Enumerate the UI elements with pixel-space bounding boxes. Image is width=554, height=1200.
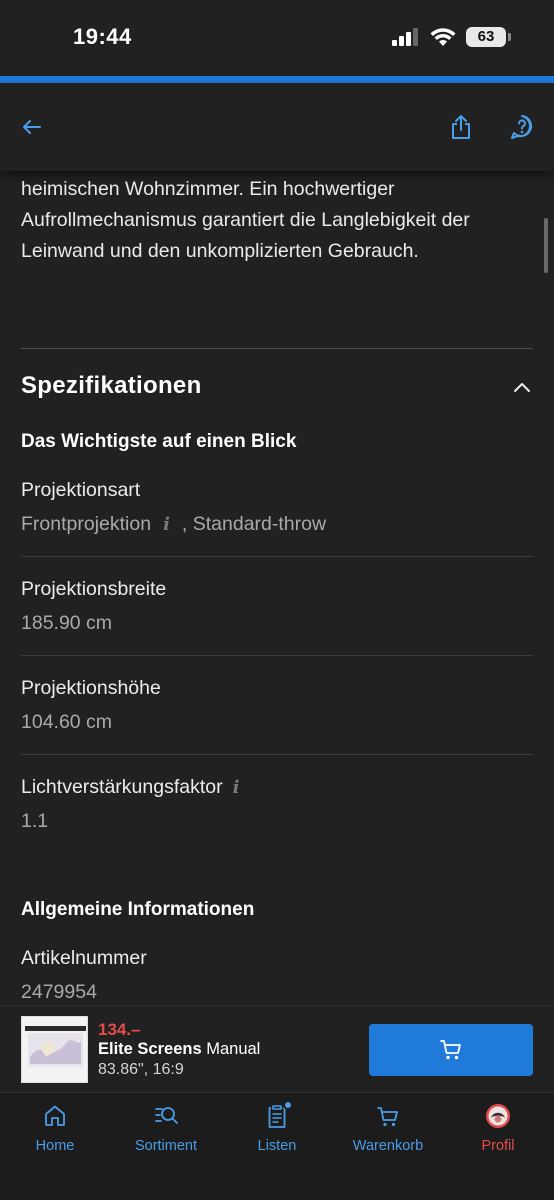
spec-value: 104.60 cm: [21, 711, 113, 733]
spec-label: Artikelnummer: [21, 947, 147, 969]
spec-value: 1.1: [21, 810, 49, 832]
product-brand: Elite Screens: [98, 1040, 202, 1058]
cart-icon: [377, 1107, 398, 1127]
top-navigation: [0, 83, 554, 171]
tab-label: Sortiment: [134, 1138, 198, 1154]
tab-profil[interactable]: Profil: [443, 1103, 553, 1165]
specifications-title: Spezifikationen: [21, 372, 202, 399]
cart-icon: [440, 1040, 461, 1060]
chevron-up-icon: [514, 383, 530, 392]
status-time: 19:44: [73, 24, 132, 49]
product-thumbnail[interactable]: [21, 1016, 88, 1083]
arrow-left-icon: [23, 120, 41, 134]
section-divider: [21, 348, 533, 349]
share-icon: [452, 115, 470, 139]
info-icon[interactable]: i: [163, 514, 170, 535]
tab-listen[interactable]: Listen: [222, 1100, 332, 1165]
row-divider: [21, 754, 533, 755]
tab-sortiment[interactable]: Sortiment: [111, 1103, 221, 1165]
product-name: Elite Screens Manual: [98, 1040, 260, 1059]
spec-row-projection-type: Projektionsart Frontprojektion i , Stand…: [21, 479, 533, 536]
help-button[interactable]: [509, 113, 537, 141]
spec-value: Frontprojektion i , Standard-throw: [21, 513, 533, 536]
spec-row-gain-factor: Lichtverstärkungsfaktor i 1.1: [21, 776, 533, 833]
status-icons: 63: [392, 27, 511, 47]
accent-line: [0, 76, 554, 83]
wifi-icon: [430, 27, 456, 46]
info-icon[interactable]: i: [233, 777, 240, 798]
notification-dot: [283, 1100, 293, 1110]
spec-value-text: , Standard-throw: [181, 513, 327, 535]
tab-home[interactable]: Home: [0, 1103, 110, 1165]
spec-value-text: Frontprojektion: [21, 513, 152, 535]
key-facts-heading: Das Wichtigste auf einen Blick: [21, 431, 297, 452]
general-info-heading: Allgemeine Informationen: [21, 899, 255, 920]
search-list-icon: [155, 1107, 178, 1124]
row-divider: [21, 655, 533, 656]
spec-label: Projektionsart: [21, 479, 141, 501]
spec-label: Lichtverstärkungsfaktor i: [21, 776, 533, 799]
spec-label: Projektionsbreite: [21, 578, 167, 600]
spec-row-projection-height: Projektionshöhe 104.60 cm: [21, 677, 533, 734]
back-button[interactable]: [19, 113, 47, 141]
status-bar: 19:44 63: [0, 0, 554, 76]
row-divider: [21, 556, 533, 557]
product-price: 134.–: [98, 1020, 141, 1039]
tab-warenkorb[interactable]: Warenkorb: [333, 1103, 443, 1165]
list-icon-wrapper: [264, 1100, 293, 1129]
add-to-cart-button[interactable]: [369, 1024, 533, 1076]
product-description: heimischen Wohnzimmer. Ein hochwertiger …: [21, 178, 470, 262]
tab-label: Warenkorb: [352, 1138, 424, 1154]
product-model: Manual: [201, 1040, 261, 1058]
help-icon: [511, 115, 533, 139]
sticky-product-bar: 134.– Elite Screens Manual 83.86", 16:9: [0, 1005, 554, 1092]
spec-value: 2479954: [21, 981, 97, 1003]
spec-row-article-number: Artikelnummer 2479954: [21, 947, 533, 1004]
spec-label-text: Lichtverstärkungsfaktor: [21, 776, 223, 798]
avatar-icon: [486, 1104, 510, 1128]
spec-label: Projektionshöhe: [21, 677, 161, 699]
share-button[interactable]: [448, 113, 476, 141]
projector-screen-image: [22, 1017, 87, 1082]
tab-label: Home: [35, 1138, 75, 1154]
bottom-tab-bar: Home Sortiment Listen Warenkorb Profil: [0, 1092, 554, 1200]
home-icon: [45, 1105, 65, 1126]
tab-label: Listen: [257, 1138, 297, 1154]
scrollbar[interactable]: [544, 218, 548, 273]
spec-row-projection-width: Projektionsbreite 185.90 cm: [21, 578, 533, 635]
tab-label: Profil: [481, 1138, 515, 1154]
product-details-content[interactable]: heimischen Wohnzimmer. Ein hochwertiger …: [0, 171, 554, 1005]
spec-value: 185.90 cm: [21, 612, 113, 634]
signal-icon: [392, 28, 418, 46]
battery-indicator: 63: [466, 27, 511, 47]
collapse-specifications-button[interactable]: [512, 380, 532, 394]
product-specs-summary: 83.86", 16:9: [98, 1061, 184, 1078]
